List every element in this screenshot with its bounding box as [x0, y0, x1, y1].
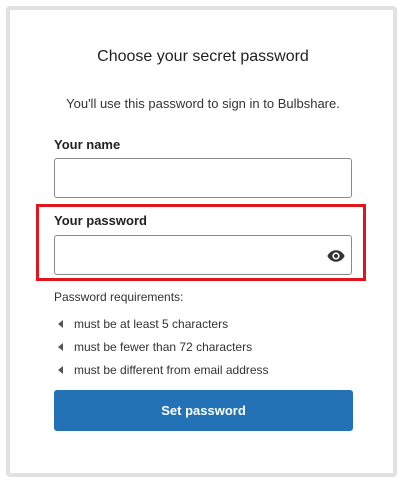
- caret-left-icon: [58, 365, 63, 374]
- name-field-label: Your name: [54, 137, 121, 152]
- requirement-item: must be at least 5 characters: [54, 312, 269, 335]
- requirement-item: must be fewer than 72 characters: [54, 335, 269, 358]
- password-input[interactable]: [54, 235, 352, 275]
- requirement-text: must be different from email address: [74, 362, 269, 377]
- requirement-text: must be fewer than 72 characters: [74, 339, 253, 354]
- name-input[interactable]: [54, 158, 352, 198]
- eye-icon[interactable]: [327, 249, 345, 263]
- page-title: Choose your secret password: [97, 48, 309, 65]
- page-subtitle: You'll use this password to sign in to B…: [66, 96, 340, 111]
- set-password-button[interactable]: Set password: [54, 390, 353, 431]
- password-field-label: Your password: [54, 213, 147, 228]
- requirements-heading: Password requirements:: [54, 290, 184, 304]
- requirements-list: must be at least 5 characters must be fe…: [54, 312, 269, 381]
- requirement-item: must be different from email address: [54, 358, 269, 381]
- requirement-text: must be at least 5 characters: [74, 316, 229, 331]
- caret-left-icon: [58, 342, 63, 351]
- caret-left-icon: [58, 319, 63, 328]
